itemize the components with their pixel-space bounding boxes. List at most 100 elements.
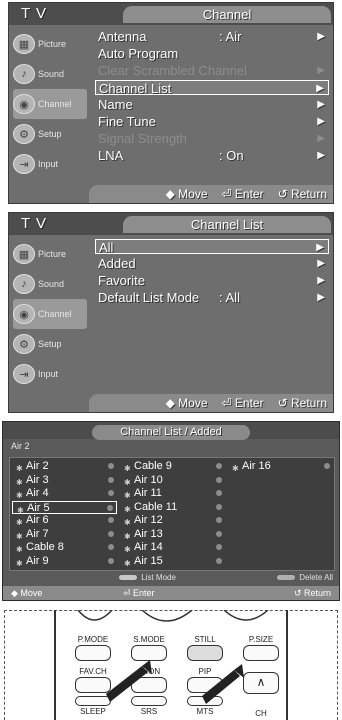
sidebar-item-label: Channel xyxy=(38,99,72,109)
menu-item-fine-tune[interactable]: Fine Tune ▶ xyxy=(95,114,329,129)
sidebar-item-sound[interactable]: ♪ Sound xyxy=(13,269,87,299)
menu-item-value: : On xyxy=(219,148,244,163)
channel-list-item[interactable]: ✱ Cable 9 xyxy=(120,460,225,474)
favorite-marker-icon xyxy=(216,463,222,469)
channel-list-item[interactable]: ✱ Cable 11 xyxy=(120,501,225,515)
arrow-to-smode xyxy=(106,666,148,702)
menu-item-favorite[interactable]: Favorite ▶ xyxy=(95,273,329,288)
list-mode-legend[interactable]: List Mode xyxy=(119,573,176,582)
menu-item-all[interactable]: All ▶ xyxy=(95,239,329,255)
return-hint: ↺ Return xyxy=(293,588,331,598)
menu-item-label: LNA xyxy=(98,148,124,163)
menu-item-value: : Air xyxy=(219,29,242,44)
menu-item-added[interactable]: Added ▶ xyxy=(95,256,329,271)
channel-list-item[interactable]: ✱ Air 13 xyxy=(120,528,225,542)
current-channel: Air 2 xyxy=(11,441,30,451)
favorite-marker-icon xyxy=(108,517,114,523)
favorite-marker-icon xyxy=(216,490,222,496)
channel-icon: ◉ xyxy=(13,94,35,114)
return-hint: ↺ Return xyxy=(277,396,327,410)
chevron-right-icon: ▶ xyxy=(316,83,324,94)
menu-item-label: Added xyxy=(98,256,136,271)
menu-item-label: Antenna xyxy=(98,29,147,44)
input-icon: ⇥ xyxy=(13,154,35,174)
menu-item-signal-strength: Signal Strength ▶ xyxy=(95,131,329,146)
channel-list-item[interactable]: ✱ Air 3 xyxy=(12,474,117,488)
delete-all-chip-icon xyxy=(276,575,295,581)
channel-list-item[interactable]: ✱ Air 4 xyxy=(12,487,117,501)
menu-item-clear-scrambled-channel: Clear Scrambled Channel ▶ xyxy=(95,63,329,78)
channel-list-item[interactable]: ✱ Air 14 xyxy=(120,541,225,555)
channel-list-item[interactable]: ✱ Air 9 xyxy=(12,555,117,569)
favorite-marker-icon xyxy=(324,463,330,469)
delete-all-legend[interactable]: Delete All xyxy=(276,573,333,582)
sidebar-item-channel[interactable]: ◉ Channel xyxy=(13,89,87,119)
sidebar-item-channel[interactable]: ◉ Channel xyxy=(13,299,87,329)
channel-list-item[interactable]: ✱ Air 5 xyxy=(12,500,117,515)
enter-hint: ⏎ Enter xyxy=(221,187,264,201)
sidebar-item-label: Input xyxy=(38,369,59,379)
favorite-marker-icon xyxy=(108,476,114,483)
sidebar-item-label: Sound xyxy=(38,279,65,289)
remote-body: P.MODE S.MODE STILL P.SIZE FAV.CH ION PI… xyxy=(54,610,288,720)
channel-list-item[interactable]: ✱ Air 15 xyxy=(120,555,225,569)
channel-list-item[interactable]: ✱ Air 6 xyxy=(12,514,117,528)
favorite-marker-icon xyxy=(216,530,222,537)
channel-name: Air 13 xyxy=(134,527,163,540)
menu-sidebar: ▦ Picture ♪ Sound ◉ Channel ⚙ Setup ⇥ In… xyxy=(9,235,89,412)
menu-item-lna[interactable]: LNA : On ▶ xyxy=(95,148,329,163)
chevron-right-icon: ▶ xyxy=(317,31,325,42)
move-hint: ◆ Move xyxy=(11,588,43,598)
channel-menu-panel: T V Channel ▦ Picture ♪ Sound ◉ Channel … xyxy=(8,2,334,204)
sidebar-item-picture[interactable]: ▦ Picture xyxy=(13,239,87,269)
favorite-marker-icon xyxy=(108,530,114,537)
channel-name: Air 3 xyxy=(26,473,49,486)
channel-name: Air 5 xyxy=(27,501,50,514)
channel-list-item[interactable]: ✱ Air 7 xyxy=(12,528,117,542)
menu-item-channel-list[interactable]: Channel List ▶ xyxy=(95,80,329,96)
channel-list-item[interactable]: ✱ Air 11 xyxy=(120,487,225,501)
sidebar-item-input[interactable]: ⇥ Input xyxy=(13,359,87,389)
sidebar-item-picture[interactable]: ▦ Picture xyxy=(13,29,87,59)
channel-name: Air 7 xyxy=(26,527,49,540)
chevron-right-icon: ▶ xyxy=(317,292,325,303)
channel-list-footer: ◆ Move ⏎ Enter ↺ Return xyxy=(3,586,339,600)
menu-footer: ◆ Move ⏎ Enter ↺ Return xyxy=(89,185,333,203)
menu-item-default-list-mode[interactable]: Default List Mode : All ▶ xyxy=(95,290,329,305)
favorite-marker-icon xyxy=(108,557,114,564)
channel-name: Cable 11 xyxy=(134,500,178,513)
menu-item-name[interactable]: Name ▶ xyxy=(95,97,329,112)
sidebar-item-setup[interactable]: ⚙ Setup xyxy=(13,329,87,359)
channel-column: ✱ Air 16 xyxy=(228,460,333,474)
sidebar-item-label: Input xyxy=(38,159,59,169)
favorite-marker-icon xyxy=(216,557,222,564)
channel-list-legend: List Mode Delete All xyxy=(3,573,339,585)
sidebar-item-label: Setup xyxy=(38,129,62,139)
channel-name: Air 2 xyxy=(26,460,49,472)
menu-title: Channel List xyxy=(123,216,331,233)
channel-list-item[interactable]: ✱ Air 12 xyxy=(120,514,225,528)
channel-list-item[interactable]: ✱ Cable 8 xyxy=(12,541,117,555)
list-mode-label: List Mode xyxy=(141,573,176,582)
channel-column: ✱ Air 2 ✱ Air 3 ✱ Air 4 ✱ Air 5 ✱ Air 6 ✱ Air 7 ✱ Cab… xyxy=(12,460,117,568)
menu-item-auto-program[interactable]: Auto Program xyxy=(95,46,329,61)
sidebar-item-sound[interactable]: ♪ Sound xyxy=(13,59,87,89)
channel-name: Air 14 xyxy=(134,541,163,553)
menu-sidebar: ▦ Picture ♪ Sound ◉ Channel ⚙ Setup ⇥ In… xyxy=(9,25,89,203)
setup-icon: ⚙ xyxy=(13,124,35,144)
favorite-marker-icon xyxy=(108,490,114,496)
sidebar-item-input[interactable]: ⇥ Input xyxy=(13,149,87,179)
favorite-marker-icon xyxy=(108,463,114,469)
sidebar-item-setup[interactable]: ⚙ Setup xyxy=(13,119,87,149)
sound-icon: ♪ xyxy=(13,64,35,84)
channel-list-item[interactable]: ✱ Air 10 xyxy=(120,474,225,488)
chevron-right-icon: ▶ xyxy=(316,242,324,253)
favorite-marker-icon xyxy=(108,544,114,550)
channel-name: Air 10 xyxy=(134,473,163,486)
channel-list-item[interactable]: ✱ Air 2 xyxy=(12,460,117,474)
sidebar-item-label: Picture xyxy=(38,249,67,259)
channel-list-item[interactable]: ✱ Air 16 xyxy=(228,460,333,474)
menu-items: All ▶ Added ▶ Favorite ▶ Default List Mo… xyxy=(95,237,329,392)
menu-item-antenna[interactable]: Antenna : Air ▶ xyxy=(95,29,329,44)
menu-item-value: : All xyxy=(219,290,240,305)
